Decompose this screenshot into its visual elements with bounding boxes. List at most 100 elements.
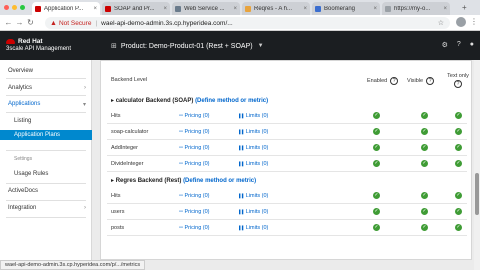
- enabled-check-icon[interactable]: ✓: [373, 192, 380, 199]
- sidebar-item-usage-rules[interactable]: Usage Rules: [0, 171, 92, 177]
- url-input[interactable]: ▲ Not Secure | wael-api-demo-admin.3s.cp…: [45, 17, 450, 29]
- maximize-window-icon[interactable]: [20, 5, 25, 10]
- pricing-link[interactable]: ▫▫ Pricing (0): [179, 225, 210, 231]
- backend-name: calculator Backend (SOAP): [115, 98, 194, 104]
- close-tab-icon[interactable]: ×: [163, 6, 167, 12]
- browser-tab[interactable]: Reqres - A h... ×: [242, 2, 310, 15]
- product-selector[interactable]: ⊞ Product: Demo-Product-01 (Rest + SOAP)…: [111, 39, 264, 53]
- visible-check-icon[interactable]: ✓: [421, 224, 428, 231]
- browser-tab[interactable]: Application P... ×: [32, 2, 100, 15]
- sidebar-item-listing[interactable]: Listing: [0, 118, 92, 124]
- define-method-link[interactable]: (Define method or metric): [195, 98, 268, 104]
- enabled-check-icon[interactable]: ✓: [373, 112, 380, 119]
- limits-link[interactable]: ▌▌ Limits (0): [239, 193, 268, 199]
- close-tab-icon[interactable]: ×: [233, 6, 237, 12]
- enabled-check-icon[interactable]: ✓: [373, 144, 380, 151]
- brand-name: Red Hat: [18, 38, 43, 45]
- text-only-check-icon[interactable]: ✓: [455, 208, 462, 215]
- limits-link[interactable]: ▌▌ Limits (0): [239, 129, 268, 135]
- pricing-link[interactable]: ▫▫ Pricing (0): [179, 161, 210, 167]
- pricing-count: (0): [202, 161, 210, 167]
- help-circle-icon[interactable]: ?: [454, 80, 462, 88]
- sidebar-item-activedocs[interactable]: ActiveDocs: [0, 188, 92, 194]
- browser-menu-icon[interactable]: ⋮: [470, 17, 478, 26]
- limits-link[interactable]: ▌▌ Limits (0): [239, 209, 268, 215]
- profile-avatar-icon[interactable]: [456, 17, 466, 27]
- text-only-check-icon[interactable]: ✓: [455, 128, 462, 135]
- close-tab-icon[interactable]: ×: [443, 6, 447, 12]
- not-secure-label: Not Secure: [58, 19, 92, 27]
- enabled-check-icon[interactable]: ✓: [373, 128, 380, 135]
- browser-tab[interactable]: https://my-o... ×: [382, 2, 450, 15]
- tab-label: Boomerang: [324, 5, 356, 12]
- favicon-icon: [105, 5, 111, 12]
- enabled-check-icon[interactable]: ✓: [373, 208, 380, 215]
- browser-tab[interactable]: SOAP and Pr... ×: [102, 2, 170, 15]
- browser-window: Application P... × SOAP and Pr... × Web Serv…: [0, 0, 480, 270]
- browser-tab[interactable]: Boomerang ×: [312, 2, 380, 15]
- limits-link[interactable]: ▌▌ Limits (0): [239, 113, 268, 119]
- user-icon[interactable]: ●: [470, 41, 474, 49]
- text-only-check-icon[interactable]: ✓: [455, 224, 462, 231]
- visible-check-icon[interactable]: ✓: [421, 160, 428, 167]
- visible-check-icon[interactable]: ✓: [421, 112, 428, 119]
- sidebar-item-integration[interactable]: Integration ›: [0, 205, 92, 211]
- browser-tab[interactable]: Web Service ... ×: [172, 2, 240, 15]
- visible-check-icon[interactable]: ✓: [421, 192, 428, 199]
- limits-bar-icon: ▌▌: [239, 161, 246, 166]
- enabled-check-icon[interactable]: ✓: [373, 160, 380, 167]
- limits-link[interactable]: ▌▌ Limits (0): [239, 161, 268, 167]
- sidebar-item-application-plans[interactable]: Application Plans: [0, 130, 92, 140]
- close-tab-icon[interactable]: ×: [93, 6, 97, 12]
- back-icon[interactable]: ←: [3, 18, 14, 27]
- tab-label: SOAP and Pr...: [114, 5, 155, 12]
- sidebar-item-overview[interactable]: Overview: [0, 68, 92, 74]
- help-circle-icon[interactable]: ?: [426, 77, 435, 85]
- pricing-prefix: Pricing: [184, 129, 202, 135]
- text-only-check-icon[interactable]: ✓: [455, 192, 462, 199]
- close-tab-icon[interactable]: ×: [303, 6, 307, 12]
- metric-name: soap-calculator: [111, 129, 149, 135]
- text-only-header: Text only?: [447, 73, 469, 88]
- sidebar-item-applications[interactable]: Applications ▾: [0, 101, 92, 108]
- limits-link[interactable]: ▌▌ Limits (0): [239, 145, 268, 151]
- visible-header: Visible?: [407, 77, 435, 85]
- define-method-link[interactable]: (Define method or metric): [183, 178, 256, 184]
- visible-check-icon[interactable]: ✓: [421, 128, 428, 135]
- pricing-link[interactable]: ▫▫ Pricing (0): [179, 193, 210, 199]
- tab-label: Reqres - A h...: [254, 5, 293, 12]
- reload-icon[interactable]: ↻: [25, 18, 36, 27]
- sidebar-item-label: Overview: [8, 68, 34, 74]
- url-text: wael-api-demo-admin.3s.cp.hyperidea.com/…: [101, 19, 233, 27]
- favicon-icon: [385, 5, 391, 12]
- text-only-check-icon[interactable]: ✓: [455, 144, 462, 151]
- help-icon[interactable]: ?: [457, 41, 461, 49]
- limits-bar-icon: ▌▌: [239, 193, 246, 198]
- forward-icon[interactable]: →: [14, 18, 25, 27]
- settings-gear-icon[interactable]: ⚙: [442, 41, 448, 49]
- close-window-icon[interactable]: [4, 5, 9, 10]
- visible-check-icon[interactable]: ✓: [421, 144, 428, 151]
- product-brand: 3scale API Management: [6, 46, 72, 52]
- pricing-link[interactable]: ▫▫ Pricing (0): [179, 209, 210, 215]
- help-circle-icon[interactable]: ?: [390, 77, 399, 85]
- chevron-down-icon: ▾: [82, 102, 86, 108]
- scrollbar-thumb[interactable]: [475, 173, 479, 215]
- enabled-check-icon[interactable]: ✓: [373, 224, 380, 231]
- scrollbar[interactable]: [474, 60, 480, 270]
- sidebar-item-analytics[interactable]: Analytics ›: [0, 85, 92, 91]
- link-status-bubble: wael-api-demo-admin.3s.cp.hyperidea.com/…: [0, 260, 146, 270]
- pricing-link[interactable]: ▫▫ Pricing (0): [179, 129, 210, 135]
- limits-bar-icon: ▌▌: [239, 129, 246, 134]
- close-tab-icon[interactable]: ×: [373, 6, 377, 12]
- text-only-check-icon[interactable]: ✓: [455, 112, 462, 119]
- pricing-link[interactable]: ▫▫ Pricing (0): [179, 113, 210, 119]
- bookmark-star-icon[interactable]: ☆: [438, 19, 444, 27]
- text-only-check-icon[interactable]: ✓: [455, 160, 462, 167]
- pricing-link[interactable]: ▫▫ Pricing (0): [179, 145, 210, 151]
- new-tab-icon[interactable]: +: [462, 3, 467, 12]
- pricing-prefix: Pricing: [184, 225, 202, 231]
- limits-link[interactable]: ▌▌ Limits (0): [239, 225, 268, 231]
- minimize-window-icon[interactable]: [12, 5, 17, 10]
- visible-check-icon[interactable]: ✓: [421, 208, 428, 215]
